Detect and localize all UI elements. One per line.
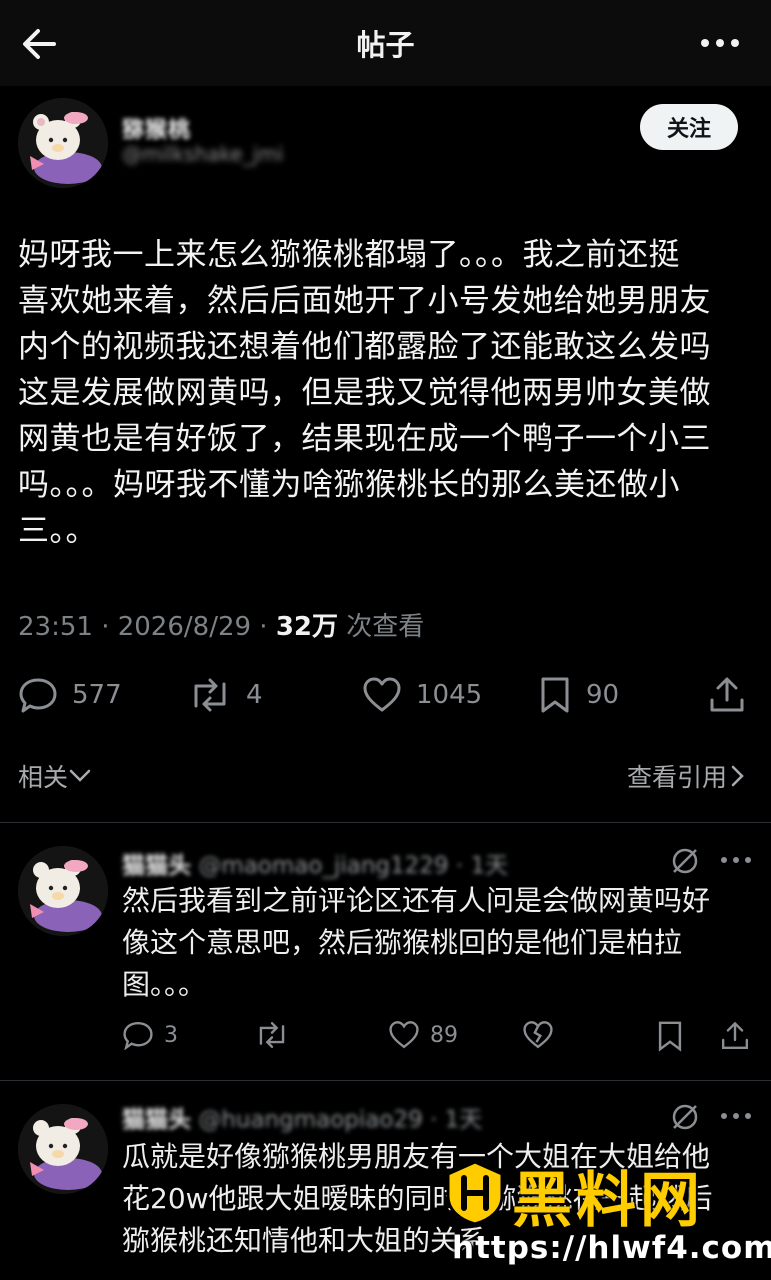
reply-button[interactable]: 577 xyxy=(18,676,122,714)
comment-like-count: 89 xyxy=(430,1022,458,1048)
watermark-url: https://hlwf4.com xyxy=(452,1230,771,1266)
repost-count: 4 xyxy=(246,680,263,710)
hide-icon xyxy=(672,848,698,874)
bookmark-icon xyxy=(541,677,569,713)
reply-count: 577 xyxy=(72,680,122,710)
view-quotes-link[interactable]: 查看引用 xyxy=(627,758,747,794)
comment-more-button[interactable] xyxy=(720,846,752,878)
post-meta: 23:51 · 2026/8/29 · 32万 次查看 xyxy=(18,606,424,643)
comment-text: 然后我看到之前评论区还有人问是会做网黄吗好 像这个意思吧，然后猕猴桃回的是他们是… xyxy=(122,884,711,1001)
author-handle[interactable]: @milkshake_jmi xyxy=(122,142,283,166)
arrow-left-icon xyxy=(23,29,56,59)
view-count: 32万 xyxy=(275,612,339,642)
like-button[interactable]: 1045 xyxy=(362,676,482,714)
chevron-right-icon xyxy=(731,765,744,787)
hide-reply-button[interactable] xyxy=(670,846,700,880)
divider xyxy=(0,822,771,823)
like-count: 1045 xyxy=(416,680,483,710)
comment-author[interactable]: 猫猫头 @huangmaopiao29 · 1天 xyxy=(122,1100,482,1134)
bear-avatar-icon xyxy=(18,1104,108,1194)
bear-avatar-icon xyxy=(18,98,108,188)
repost-icon xyxy=(194,678,226,712)
comment-icon xyxy=(19,678,57,713)
share-button[interactable] xyxy=(708,676,746,714)
chevron-down-icon xyxy=(69,769,91,782)
comment-reply-button[interactable]: 3 xyxy=(122,1020,178,1050)
page-title: 帖子 xyxy=(356,28,415,62)
comment-reply-count: 3 xyxy=(164,1022,178,1048)
quotes-label: 查看引用 xyxy=(626,763,727,792)
watermark-logo-icon xyxy=(446,1160,504,1226)
comment-author-handle: @huangmaopiao29 · 1天 xyxy=(198,1107,483,1133)
top-bar: 帖子 xyxy=(0,0,771,86)
related-toggle[interactable]: 相关 xyxy=(18,758,92,794)
follow-button[interactable]: 关注 xyxy=(640,104,738,150)
comment-author-handle: @maomao_jiang1229 · 1天 xyxy=(198,853,509,879)
comment-repost-button[interactable] xyxy=(254,1020,290,1050)
more-button[interactable] xyxy=(699,28,741,58)
comment-more-button[interactable] xyxy=(720,1102,752,1134)
repost-icon xyxy=(259,1021,285,1049)
author-name[interactable]: 猕猴桃 xyxy=(122,112,191,144)
back-button[interactable] xyxy=(16,22,64,66)
bear-avatar-icon xyxy=(18,846,108,936)
more-dots-icon xyxy=(701,39,739,47)
divider xyxy=(0,1080,771,1081)
share-icon xyxy=(710,677,744,712)
comment-share-button[interactable] xyxy=(720,1020,750,1052)
share-icon xyxy=(721,1021,749,1050)
views-label: 次查看 xyxy=(338,612,425,642)
comment-bookmark-button[interactable] xyxy=(656,1020,684,1052)
bookmark-count: 90 xyxy=(586,680,620,710)
broken-heart-icon xyxy=(523,1021,553,1049)
more-dots-icon xyxy=(721,857,751,863)
comment-avatar[interactable] xyxy=(18,846,108,936)
hide-reply-button[interactable] xyxy=(670,1102,700,1136)
comment-like-button[interactable]: 89 xyxy=(388,1020,458,1050)
bookmark-icon xyxy=(658,1021,682,1052)
avatar[interactable] xyxy=(18,98,108,188)
watermark-title: 黑料网 xyxy=(512,1166,704,1236)
comment-author-name: 猫猫头 xyxy=(122,1107,191,1133)
post-text: 妈呀我一上来怎么猕猴桃都塌了。。。我之前还挺 喜欢她来着，然后后面她开了小号发她… xyxy=(18,237,711,549)
post-time: 23:51 · 2026/8/29 · xyxy=(18,612,276,642)
heart-icon xyxy=(363,677,401,712)
repost-button[interactable]: 4 xyxy=(188,676,263,714)
bookmark-button[interactable]: 90 xyxy=(538,676,619,714)
comment-icon xyxy=(123,1021,153,1050)
comment-avatar[interactable] xyxy=(18,1104,108,1194)
comment-author-name: 猫猫头 xyxy=(122,853,191,879)
comment-dislike-button[interactable] xyxy=(522,1020,554,1050)
hide-icon xyxy=(672,1104,698,1130)
watermark: 黑料网 https://hlwf4.com xyxy=(440,1150,771,1280)
heart-icon xyxy=(389,1021,419,1049)
more-dots-icon xyxy=(721,1113,751,1119)
comment-author[interactable]: 猫猫头 @maomao_jiang1229 · 1天 xyxy=(122,846,508,880)
related-label: 相关 xyxy=(18,763,69,792)
